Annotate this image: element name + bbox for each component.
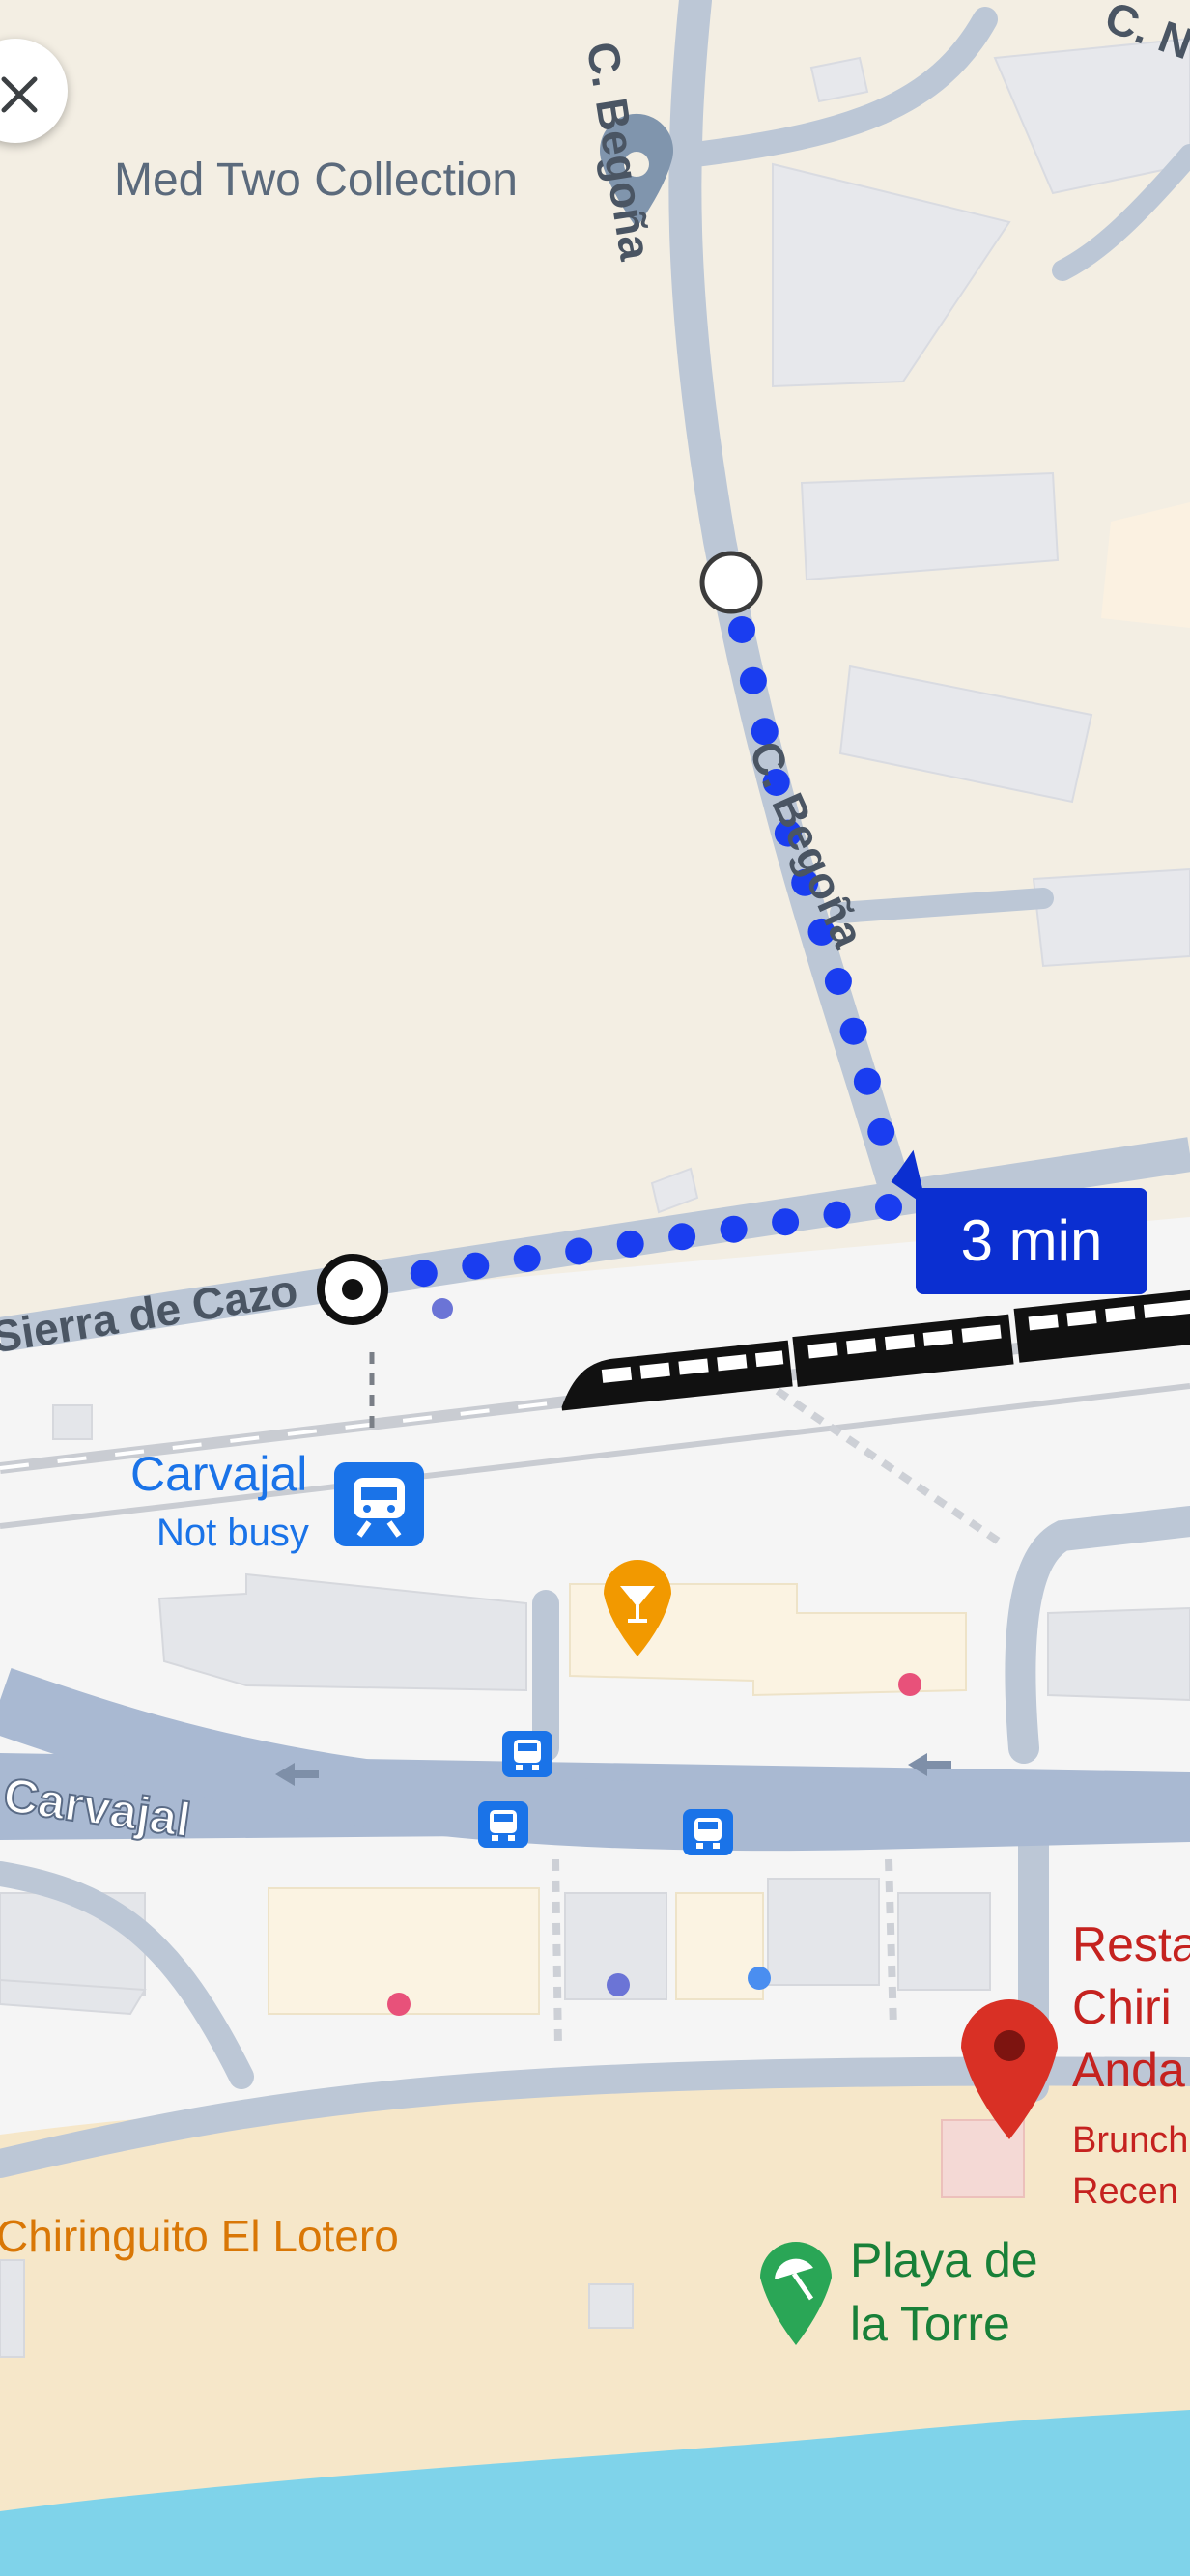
building-yellow: [1101, 502, 1190, 628]
train-station-icon[interactable]: [334, 1462, 424, 1546]
route-duration-badge[interactable]: 3 min: [916, 1188, 1148, 1294]
poi-dot[interactable]: [387, 1993, 411, 2016]
poi-dot[interactable]: [748, 1967, 771, 1990]
beach-label-line1[interactable]: Playa de: [850, 2233, 1038, 2287]
route-dot: [410, 1260, 438, 1288]
restaurant-status: Recen: [1072, 2171, 1178, 2212]
poi-dot[interactable]: [898, 1673, 921, 1696]
route-dot: [739, 666, 767, 694]
restaurant-name-line3[interactable]: Anda: [1072, 2043, 1185, 2097]
route-dot: [462, 1252, 490, 1280]
route-dot: [839, 1017, 867, 1045]
route-dot: [513, 1245, 541, 1272]
poi-dot[interactable]: [432, 1298, 453, 1319]
route-dot: [565, 1237, 593, 1265]
route-dot: [824, 968, 852, 995]
route-dot: [720, 1215, 748, 1243]
poi-dot[interactable]: [607, 1973, 630, 1996]
route-destination-marker[interactable]: [699, 551, 763, 614]
bus-stop-icon[interactable]: [502, 1731, 552, 1777]
route-dot: [728, 616, 755, 643]
bus-stop-icon[interactable]: [683, 1809, 733, 1855]
route-dot: [853, 1067, 881, 1095]
bus-stop-icon[interactable]: [478, 1801, 528, 1848]
beach-bar-label[interactable]: Chiringuito El Lotero: [0, 2211, 399, 2262]
restaurant-category: Brunch: [1072, 2120, 1189, 2161]
route-dot: [875, 1194, 902, 1221]
beach-label-line2[interactable]: la Torre: [850, 2297, 1010, 2351]
route-dot: [668, 1223, 696, 1251]
route-dot: [823, 1201, 851, 1229]
restaurant-name-line1[interactable]: Resta: [1072, 1917, 1190, 1971]
route-origin-marker[interactable]: [317, 1254, 388, 1325]
route-dot: [867, 1118, 895, 1146]
station-name[interactable]: Carvajal: [130, 1447, 307, 1501]
route-dot: [772, 1208, 800, 1236]
route-dot: [616, 1230, 644, 1258]
close-icon: [1, 76, 38, 113]
hotel-label[interactable]: Med Two Collection: [114, 155, 518, 207]
restaurant-name-line2[interactable]: Chiri: [1072, 1980, 1172, 2034]
station-status: Not busy: [156, 1512, 309, 1554]
